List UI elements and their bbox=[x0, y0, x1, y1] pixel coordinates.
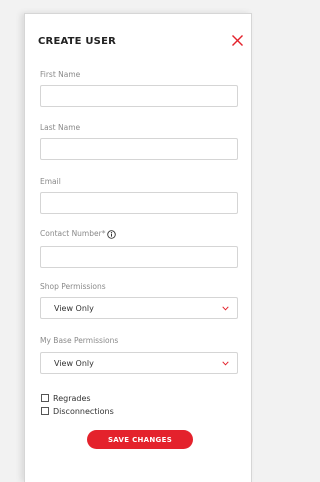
shop-permissions-select[interactable]: View Only bbox=[40, 297, 238, 319]
contact-number-label-text: Contact Number* bbox=[40, 229, 106, 238]
save-changes-button[interactable]: SAVE CHANGES bbox=[87, 430, 193, 449]
email-input[interactable] bbox=[40, 192, 238, 214]
first-name-input[interactable] bbox=[40, 85, 238, 107]
disconnections-label: Disconnections bbox=[53, 406, 114, 416]
my-base-permissions-value: View Only bbox=[54, 359, 94, 368]
contact-number-label: Contact Number* bbox=[40, 229, 117, 239]
chevron-down-icon bbox=[222, 361, 229, 366]
last-name-label: Last Name bbox=[40, 123, 81, 132]
close-icon[interactable] bbox=[231, 34, 244, 47]
regrades-label: Regrades bbox=[53, 393, 91, 403]
my-base-permissions-select[interactable]: View Only bbox=[40, 352, 238, 374]
create-user-panel: CREATE USER First Name Last Name Email C… bbox=[24, 13, 252, 482]
my-base-permissions-label: My Base Permissions bbox=[40, 336, 119, 345]
shop-permissions-label: Shop Permissions bbox=[40, 282, 106, 291]
panel-title: CREATE USER bbox=[38, 36, 117, 47]
last-name-input[interactable] bbox=[40, 138, 238, 160]
disconnections-option[interactable]: Disconnections bbox=[41, 406, 114, 416]
regrades-option[interactable]: Regrades bbox=[41, 393, 91, 403]
chevron-down-icon bbox=[222, 306, 229, 311]
disconnections-checkbox[interactable] bbox=[41, 407, 49, 415]
first-name-label: First Name bbox=[40, 70, 81, 79]
email-label: Email bbox=[40, 177, 61, 186]
contact-number-input[interactable] bbox=[40, 246, 238, 268]
shop-permissions-value: View Only bbox=[54, 304, 94, 313]
info-icon[interactable] bbox=[107, 229, 117, 239]
regrades-checkbox[interactable] bbox=[41, 394, 49, 402]
